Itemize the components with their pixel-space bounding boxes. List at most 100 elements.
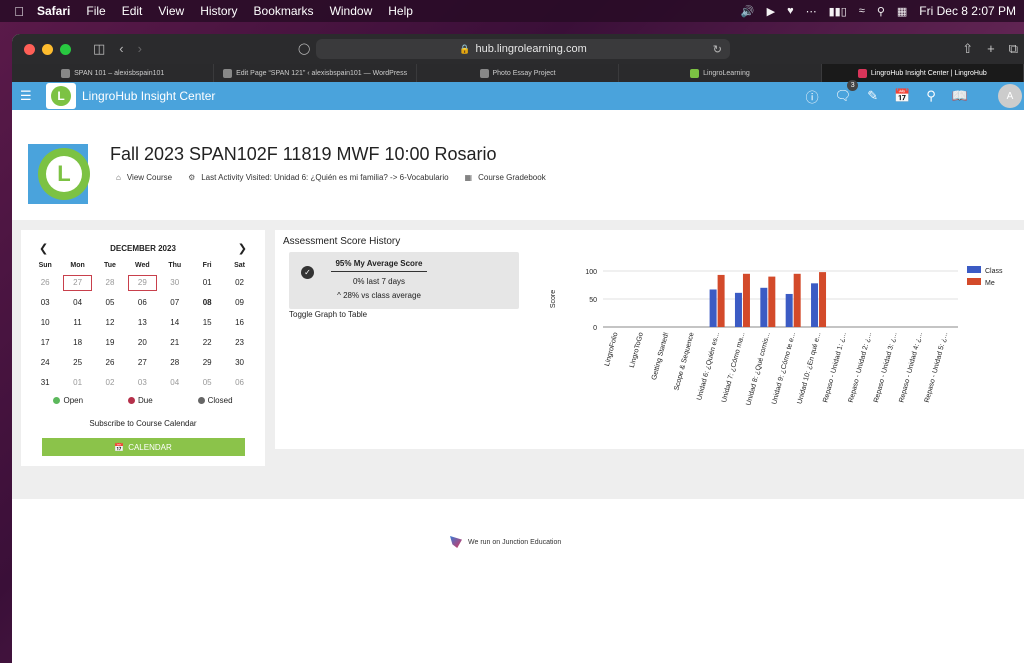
calendar-day[interactable]: 21 <box>159 333 191 353</box>
minimize-window-button[interactable] <box>42 43 53 55</box>
average-score: 95% My Average Score <box>331 259 427 272</box>
app-title[interactable]: LingroHub Insight Center <box>82 89 215 103</box>
play-icon[interactable]: ▶ <box>767 5 775 18</box>
calendar-day[interactable]: 28 <box>94 273 126 293</box>
calendar-day[interactable]: 24 <box>29 353 61 373</box>
close-window-button[interactable] <box>24 43 35 55</box>
calendar-day[interactable]: 05 <box>94 293 126 313</box>
menubar-status: 🔊 ▶ ♥ ⋯ ▮▮▯ ≈ ⚲ ▦ Fri Dec 8 2:07 PM <box>741 4 1016 18</box>
zoom-window-button[interactable] <box>60 43 71 55</box>
privacy-shield-icon[interactable]: ◯ <box>298 42 310 55</box>
calendar-day[interactable]: 23 <box>223 333 255 353</box>
calendar-icon[interactable]: 📅 <box>894 88 910 104</box>
calendar-day[interactable]: 26 <box>94 353 126 373</box>
lingrohub-logo[interactable]: L <box>46 83 76 109</box>
subscribe-calendar-link[interactable]: Subscribe to Course Calendar <box>21 419 265 428</box>
calendar-day[interactable]: 11 <box>61 313 93 333</box>
calendar-day[interactable]: 17 <box>29 333 61 353</box>
heart-icon[interactable]: ♥ <box>787 5 794 17</box>
calendar-day[interactable]: 12 <box>94 313 126 333</box>
calendar-day-due[interactable]: 27 <box>61 273 93 293</box>
calendar-day[interactable]: 07 <box>159 293 191 313</box>
bar-me <box>768 276 776 327</box>
tab-span101[interactable]: SPAN 101 – alexisbspain101 <box>12 64 215 82</box>
dots-icon[interactable]: ⋯ <box>806 5 817 18</box>
tab-overview-icon[interactable]: ⧉ <box>1009 41 1018 57</box>
calendar-day-today[interactable]: 08 <box>191 293 223 313</box>
calendar-day[interactable]: 25 <box>61 353 93 373</box>
sidebar-toggle-icon[interactable]: ◫ <box>93 41 105 57</box>
view-course-link[interactable]: ⌂ View Course <box>116 173 172 182</box>
calendar-day[interactable]: 06 <box>126 293 158 313</box>
calendar-day[interactable]: 03 <box>29 293 61 313</box>
calendar-button[interactable]: 📅 CALENDAR <box>41 438 245 456</box>
calendar-day[interactable]: 09 <box>223 293 255 313</box>
spotlight-icon[interactable]: ⚲ <box>877 5 885 18</box>
help-icon[interactable]: ⓘ <box>806 87 819 106</box>
new-tab-icon[interactable]: + <box>987 41 995 57</box>
volume-icon[interactable]: 🔊 <box>741 5 755 18</box>
hamburger-menu-icon[interactable]: ☰ <box>20 88 40 104</box>
calendar-day[interactable]: 20 <box>126 333 158 353</box>
share-icon[interactable]: ⇧ <box>962 41 973 57</box>
calendar-day[interactable]: 04 <box>61 293 93 313</box>
menu-help[interactable]: Help <box>388 4 413 18</box>
search-icon[interactable]: ⚲ <box>926 88 936 104</box>
reload-icon[interactable]: ↻ <box>713 43 722 56</box>
control-center-icon[interactable]: ▦ <box>897 5 907 18</box>
calendar-day[interactable]: 15 <box>191 313 223 333</box>
calendar-day[interactable]: 13 <box>126 313 158 333</box>
legend-open: Open <box>53 396 83 405</box>
tab-photo-essay[interactable]: Photo Essay Project <box>416 64 620 82</box>
edit-icon[interactable]: ✎ <box>867 88 878 104</box>
calendar-day[interactable]: 02 <box>94 373 126 393</box>
calendar-day[interactable]: 31 <box>29 373 61 393</box>
apple-icon[interactable]:  <box>8 4 30 19</box>
course-links: ⌂ View Course ⚙ Last Activity Visited: U… <box>116 173 546 182</box>
book-icon[interactable]: 📖 <box>952 88 968 104</box>
back-icon[interactable]: ‹ <box>119 41 123 57</box>
calendar-day-due[interactable]: 29 <box>126 273 158 293</box>
calendar-day[interactable]: 06 <box>223 373 255 393</box>
menu-edit[interactable]: Edit <box>122 4 143 18</box>
menu-history[interactable]: History <box>200 4 237 18</box>
last-activity-link[interactable]: ⚙ Last Activity Visited: Unidad 6: ¿Quié… <box>188 173 448 182</box>
prev-month-icon[interactable]: ❮ <box>39 242 48 255</box>
calendar-day[interactable]: 27 <box>126 353 158 373</box>
tab-lingrolearning[interactable]: LingroLearning <box>619 64 822 82</box>
calendar-day[interactable]: 05 <box>191 373 223 393</box>
menu-view[interactable]: View <box>158 4 184 18</box>
address-bar[interactable]: 🔒 hub.lingrolearning.com ↻ <box>316 39 730 59</box>
menu-safari[interactable]: Safari <box>37 4 70 18</box>
messages-icon[interactable]: 🗨 3 <box>835 80 859 104</box>
calendar-day[interactable]: 29 <box>191 353 223 373</box>
wifi-icon[interactable]: ≈ <box>859 5 865 17</box>
calendar-day[interactable]: 26 <box>29 273 61 293</box>
menu-file[interactable]: File <box>86 4 105 18</box>
calendar-day[interactable]: 02 <box>223 273 255 293</box>
macos-menubar:  Safari File Edit View History Bookmark… <box>0 0 1024 22</box>
gradebook-link[interactable]: ▦ Course Gradebook <box>465 173 546 182</box>
calendar-day[interactable]: 01 <box>61 373 93 393</box>
calendar-day[interactable]: 04 <box>159 373 191 393</box>
calendar-day[interactable]: 30 <box>159 273 191 293</box>
calendar-day[interactable]: 10 <box>29 313 61 333</box>
forward-icon[interactable]: › <box>138 41 142 57</box>
calendar-day[interactable]: 30 <box>223 353 255 373</box>
calendar-day[interactable]: 16 <box>223 313 255 333</box>
menubar-datetime[interactable]: Fri Dec 8 2:07 PM <box>919 4 1016 18</box>
calendar-day[interactable]: 22 <box>191 333 223 353</box>
next-month-icon[interactable]: ❯ <box>238 242 247 255</box>
tab-edit-page[interactable]: Edit Page “SPAN 121” ‹ alexisbspain101 —… <box>214 64 417 82</box>
menu-bookmarks[interactable]: Bookmarks <box>254 4 314 18</box>
calendar-day[interactable]: 19 <box>94 333 126 353</box>
avatar[interactable]: A <box>998 84 1022 108</box>
menu-window[interactable]: Window <box>330 4 373 18</box>
calendar-day[interactable]: 01 <box>191 273 223 293</box>
calendar-day[interactable]: 03 <box>126 373 158 393</box>
calendar-day[interactable]: 28 <box>159 353 191 373</box>
battery-icon[interactable]: ▮▮▯ <box>829 5 847 18</box>
calendar-day[interactable]: 14 <box>159 313 191 333</box>
toggle-graph-link[interactable]: Toggle Graph to Table <box>289 310 367 319</box>
calendar-day[interactable]: 18 <box>61 333 93 353</box>
